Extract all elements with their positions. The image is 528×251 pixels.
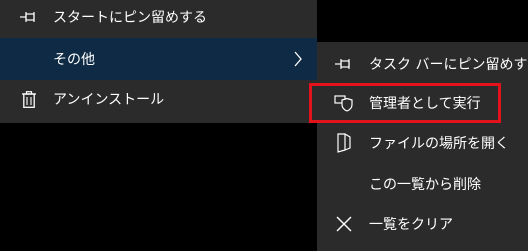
clear-list-item[interactable]: 一覧をクリア [317, 205, 528, 243]
remove-from-list-label: この一覧から削除 [369, 177, 481, 193]
pin-to-taskbar-label: タスク バーにピン留めする [369, 57, 528, 73]
chevron-right-icon [293, 51, 303, 67]
trash-icon [20, 90, 38, 108]
other-submenu-item[interactable]: その他 [0, 38, 317, 80]
uninstall-label: アンインストール [53, 92, 165, 108]
screen: スタートにピン留めする その他 アンインストール タスク バーにピン留めする 管… [0, 0, 528, 251]
clear-list-label: 一覧をクリア [369, 217, 453, 233]
pin-to-start-label: スタートにピン留めする [53, 10, 207, 26]
pin-icon [20, 8, 38, 26]
run-as-admin-label: 管理者として実行 [369, 96, 481, 112]
open-file-location-label: ファイルの場所を開く [369, 136, 509, 152]
folder-open-icon [334, 133, 354, 153]
close-icon [334, 214, 354, 234]
open-file-location-item[interactable]: ファイルの場所を開く [317, 124, 528, 162]
submenu: タスク バーにピン留めする 管理者として実行 ファイルの場所を開く この一覧から… [317, 42, 528, 251]
run-as-admin-item[interactable]: 管理者として実行 [317, 84, 528, 122]
context-menu: スタートにピン留めする その他 アンインストール [0, 0, 317, 123]
pin-to-taskbar-item[interactable]: タスク バーにピン留めする [317, 45, 528, 83]
pin-icon [334, 54, 354, 74]
remove-from-list-item[interactable]: この一覧から削除 [317, 165, 528, 203]
uninstall-item[interactable]: アンインストール [0, 79, 317, 119]
other-label: その他 [53, 52, 95, 68]
pin-to-start-item[interactable]: スタートにピン留めする [0, 0, 317, 37]
shield-icon [334, 93, 354, 113]
